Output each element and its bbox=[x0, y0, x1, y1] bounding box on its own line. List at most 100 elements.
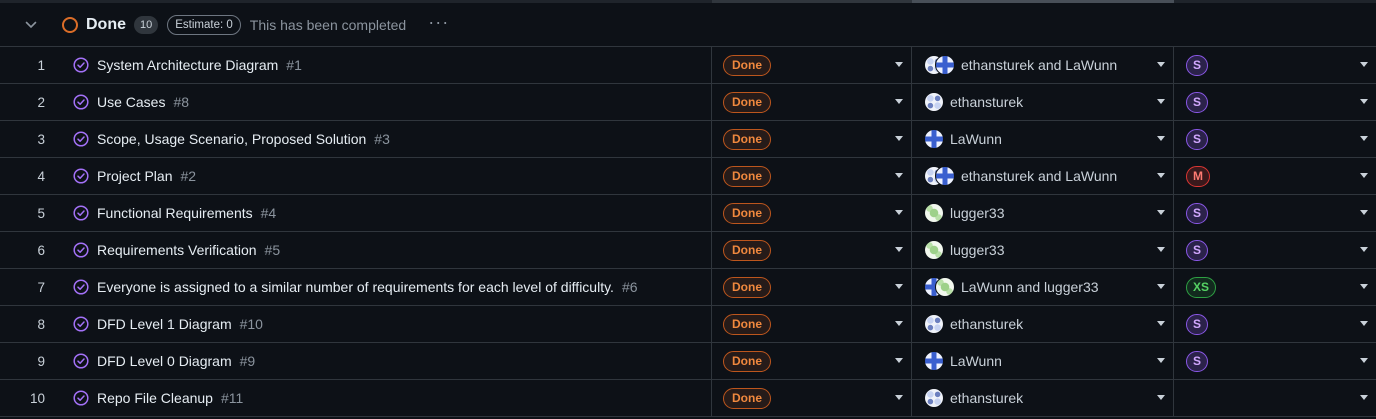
avatar-stack bbox=[924, 92, 944, 112]
assignees-cell[interactable]: ethansturek bbox=[912, 306, 1174, 342]
table-row[interactable]: 7 Everyone is assigned to a similar numb… bbox=[0, 269, 1376, 306]
size-dropdown-icon[interactable] bbox=[1360, 321, 1368, 326]
size-cell[interactable]: S bbox=[1174, 232, 1376, 268]
status-dropdown-icon[interactable] bbox=[895, 358, 903, 363]
size-cell[interactable]: S bbox=[1174, 306, 1376, 342]
issue-title-link[interactable]: Use Cases bbox=[97, 94, 165, 110]
status-pill: Done bbox=[723, 239, 771, 261]
assignees-cell[interactable]: LaWunn bbox=[912, 343, 1174, 379]
assignees-text: ethansturek and LaWunn bbox=[961, 57, 1118, 73]
closed-issue-icon bbox=[73, 316, 97, 332]
issue-title-link[interactable]: Requirements Verification bbox=[97, 242, 257, 258]
status-dropdown-icon[interactable] bbox=[895, 62, 903, 67]
size-dropdown-icon[interactable] bbox=[1360, 99, 1368, 104]
assignees-cell[interactable]: ethansturek bbox=[912, 380, 1174, 416]
assignees-cell[interactable]: ethansturek and LaWunn bbox=[912, 158, 1174, 194]
table-row[interactable]: 2 Use Cases #8 Done ethansturek S bbox=[0, 84, 1376, 121]
issue-title-link[interactable]: DFD Level 0 Diagram bbox=[97, 353, 232, 369]
size-dropdown-icon[interactable] bbox=[1360, 247, 1368, 252]
table-row[interactable]: 4 Project Plan #2 Done ethansturek and L… bbox=[0, 158, 1376, 195]
status-dropdown-icon[interactable] bbox=[895, 210, 903, 215]
assignees-text: LaWunn bbox=[950, 131, 1002, 147]
size-cell[interactable]: S bbox=[1174, 84, 1376, 120]
size-cell[interactable]: S bbox=[1174, 195, 1376, 231]
size-dropdown-icon[interactable] bbox=[1360, 395, 1368, 400]
issue-title-link[interactable]: Functional Requirements bbox=[97, 205, 253, 221]
issue-title-link[interactable]: DFD Level 1 Diagram bbox=[97, 316, 232, 332]
size-cell[interactable]: S bbox=[1174, 343, 1376, 379]
status-dropdown-icon[interactable] bbox=[895, 173, 903, 178]
size-dropdown-icon[interactable] bbox=[1360, 284, 1368, 289]
issue-title-link[interactable]: Repo File Cleanup bbox=[97, 390, 213, 406]
table-row[interactable]: 5 Functional Requirements #4 Done lugger… bbox=[0, 195, 1376, 232]
status-cell[interactable]: Done bbox=[712, 121, 912, 157]
assignees-dropdown-icon[interactable] bbox=[1157, 62, 1165, 67]
issue-title-link[interactable]: Everyone is assigned to a similar number… bbox=[97, 279, 614, 295]
assignees-cell[interactable]: ethansturek and LaWunn bbox=[912, 47, 1174, 83]
table-row[interactable]: 1 System Architecture Diagram #1 Done et… bbox=[0, 47, 1376, 84]
status-dropdown-icon[interactable] bbox=[895, 136, 903, 141]
status-dropdown-icon[interactable] bbox=[895, 321, 903, 326]
size-dropdown-icon[interactable] bbox=[1360, 62, 1368, 67]
avatar-stack bbox=[924, 351, 944, 371]
more-options-button[interactable]: ··· bbox=[428, 13, 449, 33]
size-pill: S bbox=[1186, 54, 1209, 76]
table-row[interactable]: 8 DFD Level 1 Diagram #10 Done ethanstur… bbox=[0, 306, 1376, 343]
status-cell[interactable]: Done bbox=[712, 47, 912, 83]
assignees-dropdown-icon[interactable] bbox=[1157, 247, 1165, 252]
status-cell[interactable]: Done bbox=[712, 158, 912, 194]
assignees-dropdown-icon[interactable] bbox=[1157, 358, 1165, 363]
table-row[interactable]: 6 Requirements Verification #5 Done lugg… bbox=[0, 232, 1376, 269]
issue-title-link[interactable]: System Architecture Diagram bbox=[97, 57, 278, 73]
closed-issue-icon bbox=[73, 242, 97, 258]
avatar bbox=[924, 351, 944, 371]
size-dropdown-icon[interactable] bbox=[1360, 210, 1368, 215]
assignees-cell[interactable]: ethansturek bbox=[912, 84, 1174, 120]
status-dropdown-icon[interactable] bbox=[895, 395, 903, 400]
status-pill: Done bbox=[723, 276, 771, 298]
size-cell[interactable]: S bbox=[1174, 121, 1376, 157]
status-cell[interactable]: Done bbox=[712, 380, 912, 416]
table-row[interactable]: 9 DFD Level 0 Diagram #9 Done LaWunn S bbox=[0, 343, 1376, 380]
assignees-cell[interactable]: lugger33 bbox=[912, 232, 1174, 268]
assignees-cell[interactable]: LaWunn and lugger33 bbox=[912, 269, 1174, 305]
assignees-dropdown-icon[interactable] bbox=[1157, 284, 1165, 289]
closed-issue-icon bbox=[73, 353, 97, 369]
size-cell[interactable]: M bbox=[1174, 158, 1376, 194]
size-dropdown-icon[interactable] bbox=[1360, 136, 1368, 141]
assignees-cell[interactable]: lugger33 bbox=[912, 195, 1174, 231]
status-cell[interactable]: Done bbox=[712, 343, 912, 379]
table-row[interactable]: 10 Repo File Cleanup #11 Done ethansture… bbox=[0, 380, 1376, 417]
size-cell[interactable]: S bbox=[1174, 47, 1376, 83]
status-dropdown-icon[interactable] bbox=[895, 247, 903, 252]
closed-issue-icon bbox=[73, 57, 97, 73]
table-row[interactable]: 3 Scope, Usage Scenario, Proposed Soluti… bbox=[0, 121, 1376, 158]
issue-number: #6 bbox=[621, 279, 638, 295]
assignees-dropdown-icon[interactable] bbox=[1157, 210, 1165, 215]
status-cell[interactable]: Done bbox=[712, 306, 912, 342]
title-cell: System Architecture Diagram #1 bbox=[62, 47, 712, 83]
group-header: Done 10 Estimate: 0 This has been comple… bbox=[0, 4, 1376, 47]
assignees-cell[interactable]: LaWunn bbox=[912, 121, 1174, 157]
assignees-dropdown-icon[interactable] bbox=[1157, 395, 1165, 400]
issue-number: #2 bbox=[180, 168, 197, 184]
avatar bbox=[935, 55, 955, 75]
status-cell[interactable]: Done bbox=[712, 195, 912, 231]
status-cell[interactable]: Done bbox=[712, 232, 912, 268]
size-dropdown-icon[interactable] bbox=[1360, 358, 1368, 363]
row-number: 7 bbox=[37, 279, 45, 295]
issue-title-link[interactable]: Scope, Usage Scenario, Proposed Solution bbox=[97, 131, 366, 147]
size-cell[interactable]: XS bbox=[1174, 269, 1376, 305]
issue-title-link[interactable]: Project Plan bbox=[97, 168, 172, 184]
assignees-dropdown-icon[interactable] bbox=[1157, 321, 1165, 326]
status-dropdown-icon[interactable] bbox=[895, 99, 903, 104]
assignees-dropdown-icon[interactable] bbox=[1157, 99, 1165, 104]
status-cell[interactable]: Done bbox=[712, 84, 912, 120]
assignees-dropdown-icon[interactable] bbox=[1157, 136, 1165, 141]
size-cell[interactable] bbox=[1174, 380, 1376, 416]
status-cell[interactable]: Done bbox=[712, 269, 912, 305]
collapse-chevron-icon[interactable] bbox=[0, 21, 62, 29]
assignees-dropdown-icon[interactable] bbox=[1157, 173, 1165, 178]
status-dropdown-icon[interactable] bbox=[895, 284, 903, 289]
size-dropdown-icon[interactable] bbox=[1360, 173, 1368, 178]
